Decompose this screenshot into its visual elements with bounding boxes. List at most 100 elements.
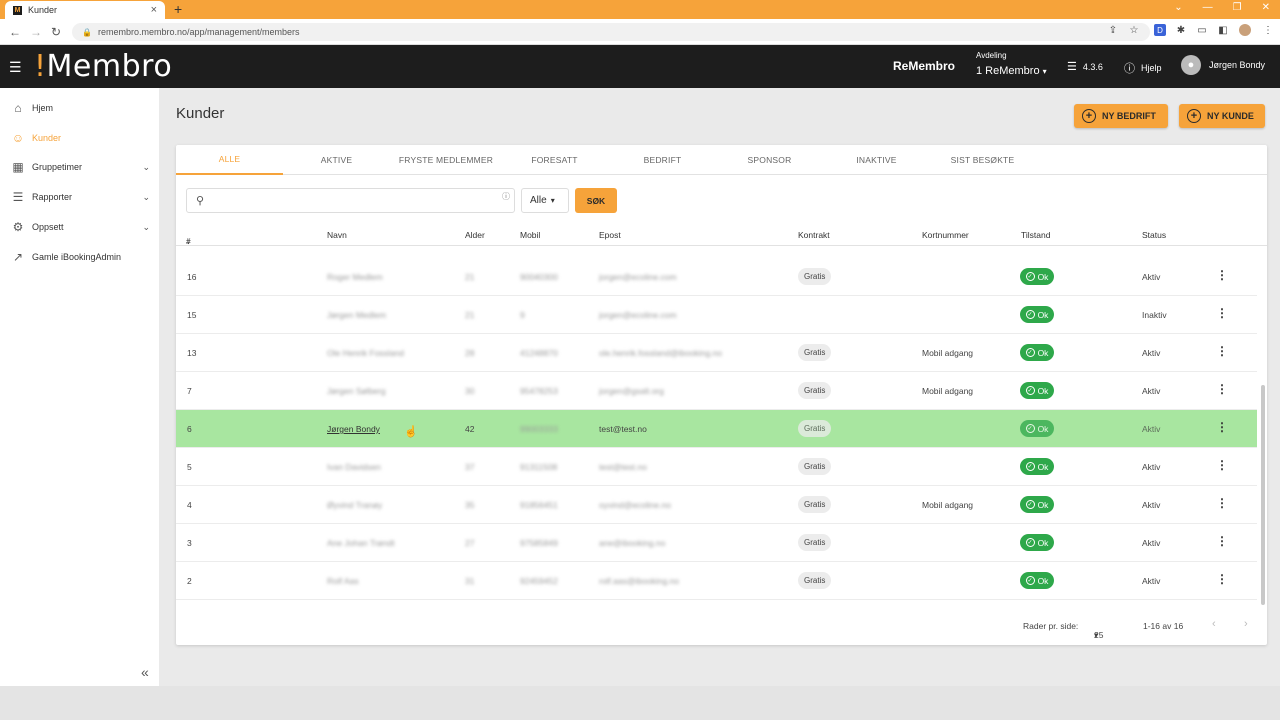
tab-aktive[interactable]: AKTIVE bbox=[283, 145, 390, 175]
col-status-header[interactable]: Status bbox=[1142, 230, 1166, 240]
row-age: 35 bbox=[465, 500, 475, 510]
help-button[interactable]: ⓘ Hjelp bbox=[1124, 60, 1162, 76]
profile-avatar-icon[interactable] bbox=[1239, 24, 1251, 36]
col-name-header[interactable]: Navn bbox=[327, 230, 347, 240]
back-icon[interactable]: ← bbox=[9, 25, 21, 39]
sidebar-item-kunder[interactable]: ☺ Kunder bbox=[0, 123, 159, 153]
table-row[interactable]: 16 Roger Medlem 21 90040300 jorgen@ecoline.c… bbox=[176, 258, 1257, 296]
row-menu-icon[interactable]: ⋮ bbox=[1216, 572, 1228, 586]
version-info[interactable]: ☰ 4.3.6 bbox=[1067, 60, 1103, 73]
row-name-link[interactable]: Øyvind Tranøy bbox=[327, 500, 382, 510]
sidebar-item-hjem[interactable]: ⌂ Hjem bbox=[0, 93, 159, 123]
cast-icon[interactable]: ▭ bbox=[1196, 24, 1208, 36]
sidebar-item-gamle-ibookingadmin[interactable]: ↗ Gamle iBookingAdmin bbox=[0, 242, 159, 272]
new-customer-label: NY KUNDE bbox=[1207, 111, 1254, 121]
table-row[interactable]: 13 Ole Henrik Fossland 28 41248870 ole.henri… bbox=[176, 334, 1257, 372]
col-cardnum-header[interactable]: Kortnummer bbox=[922, 230, 969, 240]
row-age: 42 bbox=[465, 424, 475, 434]
row-name-link[interactable]: Ole Henrik Fossland bbox=[327, 348, 404, 358]
membro-logo[interactable]: !Membro bbox=[34, 49, 172, 84]
home-icon: ⌂ bbox=[14, 100, 22, 115]
info-icon[interactable]: ⓘ bbox=[502, 191, 510, 202]
share-icon[interactable]: ⇪ bbox=[1107, 24, 1119, 36]
table-row[interactable]: 2 Rolf Aas 31 92459452 rolf.aas@ibooking.no G… bbox=[176, 562, 1257, 600]
tab-foresatt[interactable]: FORESATT bbox=[501, 145, 608, 175]
next-page-icon[interactable]: › bbox=[1244, 618, 1248, 630]
row-menu-icon[interactable]: ⋮ bbox=[1216, 458, 1228, 472]
extension-d-icon[interactable]: D bbox=[1154, 24, 1166, 36]
search-button[interactable]: SØK bbox=[575, 188, 617, 213]
new-customer-button[interactable]: + NY KUNDE bbox=[1179, 104, 1265, 128]
row-menu-icon[interactable]: ⋮ bbox=[1216, 420, 1228, 434]
row-name-link[interactable]: Jørgen Medlem bbox=[327, 310, 386, 320]
row-name-link[interactable]: Rolf Aas bbox=[327, 576, 359, 586]
prev-page-icon[interactable]: ‹ bbox=[1212, 618, 1216, 630]
row-menu-icon[interactable]: ⋮ bbox=[1216, 344, 1228, 358]
table-row[interactable]: 6 Jørgen Bondy 42 99003333 test@test.no ☝ Grat… bbox=[176, 410, 1257, 448]
search-input[interactable]: ⚲ ⓘ bbox=[186, 188, 515, 213]
table-row[interactable]: 3 Ane Johan Trøndt 27 97585849 ane@ibooking.… bbox=[176, 524, 1257, 562]
row-name-link[interactable]: Ane Johan Trøndt bbox=[327, 538, 395, 548]
col-contract-header[interactable]: Kontrakt bbox=[798, 230, 830, 240]
external-link-icon: ↗ bbox=[12, 249, 24, 264]
table-row[interactable]: 15 Jørgen Medlem 21 9 jorgen@ecoline.com ✓ Ok I… bbox=[176, 296, 1257, 334]
logo-text: Membro bbox=[46, 49, 173, 84]
user-menu[interactable]: ● Jørgen Bondy bbox=[1181, 55, 1265, 75]
tab-sist-besokte[interactable]: SIST BESØKTE bbox=[929, 145, 1036, 175]
row-menu-icon[interactable]: ⋮ bbox=[1216, 268, 1228, 282]
row-num: 15 bbox=[187, 310, 197, 320]
row-menu-icon[interactable]: ⋮ bbox=[1216, 306, 1228, 320]
browser-tab[interactable]: M Kunder × bbox=[5, 1, 165, 19]
tab-bedrift[interactable]: BEDRIFT bbox=[609, 145, 716, 175]
department-select[interactable]: 1 ReMembro ▾ bbox=[976, 65, 1047, 77]
tab-alle[interactable]: ALLE bbox=[176, 145, 283, 175]
tab-sponsor[interactable]: SPONSOR bbox=[716, 145, 823, 175]
sidebar-item-oppsett[interactable]: ⚙ Oppsett ⌄ bbox=[0, 212, 159, 242]
restore-icon[interactable]: ❐ bbox=[1233, 2, 1242, 13]
row-email: test@test.no bbox=[599, 462, 647, 472]
row-status: Inaktiv bbox=[1142, 310, 1167, 320]
row-menu-icon[interactable]: ⋮ bbox=[1216, 496, 1228, 510]
col-age-header[interactable]: Alder bbox=[465, 230, 485, 240]
reload-icon[interactable]: ↻ bbox=[51, 25, 61, 39]
table-scrollbar[interactable] bbox=[1261, 385, 1265, 605]
browser-menu-icon[interactable]: ⋮ bbox=[1262, 24, 1274, 36]
table-row[interactable]: 7 Jørgen Sølberg 30 95478253 jorgen@gsalt.or… bbox=[176, 372, 1257, 410]
sidebar-item-gruppetimer[interactable]: ▦ Gruppetimer ⌄ bbox=[0, 153, 159, 183]
browser-tab-title: Kunder bbox=[28, 5, 58, 15]
row-menu-icon[interactable]: ⋮ bbox=[1216, 534, 1228, 548]
row-num: 4 bbox=[187, 500, 192, 510]
minimize-icon[interactable]: — bbox=[1203, 2, 1213, 13]
row-name-link[interactable]: Roger Medlem bbox=[327, 272, 383, 282]
extensions-puzzle-icon[interactable]: ✱ bbox=[1175, 24, 1187, 36]
forward-icon[interactable]: → bbox=[30, 25, 42, 39]
new-tab-icon[interactable]: + bbox=[174, 1, 182, 17]
table-row[interactable]: 5 Ivan Davidsen 37 91311508 test@test.no Grat… bbox=[176, 448, 1257, 486]
close-window-icon[interactable]: ✕ bbox=[1262, 2, 1270, 13]
hamburger-menu-icon[interactable]: ☰ bbox=[9, 59, 22, 76]
close-tab-icon[interactable]: × bbox=[151, 4, 157, 16]
collapse-sidebar-icon[interactable]: « bbox=[141, 664, 149, 680]
col-mobile-header[interactable]: Mobil bbox=[520, 230, 540, 240]
chevron-down-icon[interactable]: ⌄ bbox=[1174, 2, 1182, 13]
row-menu-icon[interactable]: ⋮ bbox=[1216, 382, 1228, 396]
row-name-link[interactable]: Jørgen Bondy bbox=[327, 424, 380, 434]
table-row[interactable]: 4 Øyvind Tranøy 35 91856451 oyvind@ecoline.n… bbox=[176, 486, 1257, 524]
row-name-link[interactable]: Ivan Davidsen bbox=[327, 462, 381, 472]
hand-cursor-icon: ☝ bbox=[404, 426, 418, 438]
new-company-button[interactable]: + NY BEDRIFT bbox=[1074, 104, 1168, 128]
col-state-header[interactable]: Tilstand bbox=[1021, 230, 1050, 240]
col-email-header[interactable]: Epost bbox=[599, 230, 621, 240]
page-title: Kunder bbox=[176, 105, 225, 122]
browser-tab-strip: M Kunder × + ⌄ — ❐ ✕ bbox=[0, 0, 1280, 19]
row-name-link[interactable]: Jørgen Sølberg bbox=[327, 386, 386, 396]
caret-down-icon: ▾ bbox=[1042, 67, 1047, 76]
address-bar[interactable]: 🔒 remembro.membro.no/app/management/memb… bbox=[72, 23, 1150, 41]
sidepanel-icon[interactable]: ◧ bbox=[1217, 24, 1229, 36]
sidebar-item-rapporter[interactable]: ☰ Rapporter ⌄ bbox=[0, 182, 159, 212]
tab-fryste-medlemmer[interactable]: FRYSTE MEDLEMMER bbox=[392, 145, 500, 175]
row-email: oyvind@ecoline.no bbox=[599, 500, 671, 510]
status-select[interactable]: Alle ▾ bbox=[521, 188, 569, 213]
bookmark-star-icon[interactable]: ☆ bbox=[1128, 24, 1140, 36]
tab-inaktive[interactable]: INAKTIVE bbox=[823, 145, 930, 175]
